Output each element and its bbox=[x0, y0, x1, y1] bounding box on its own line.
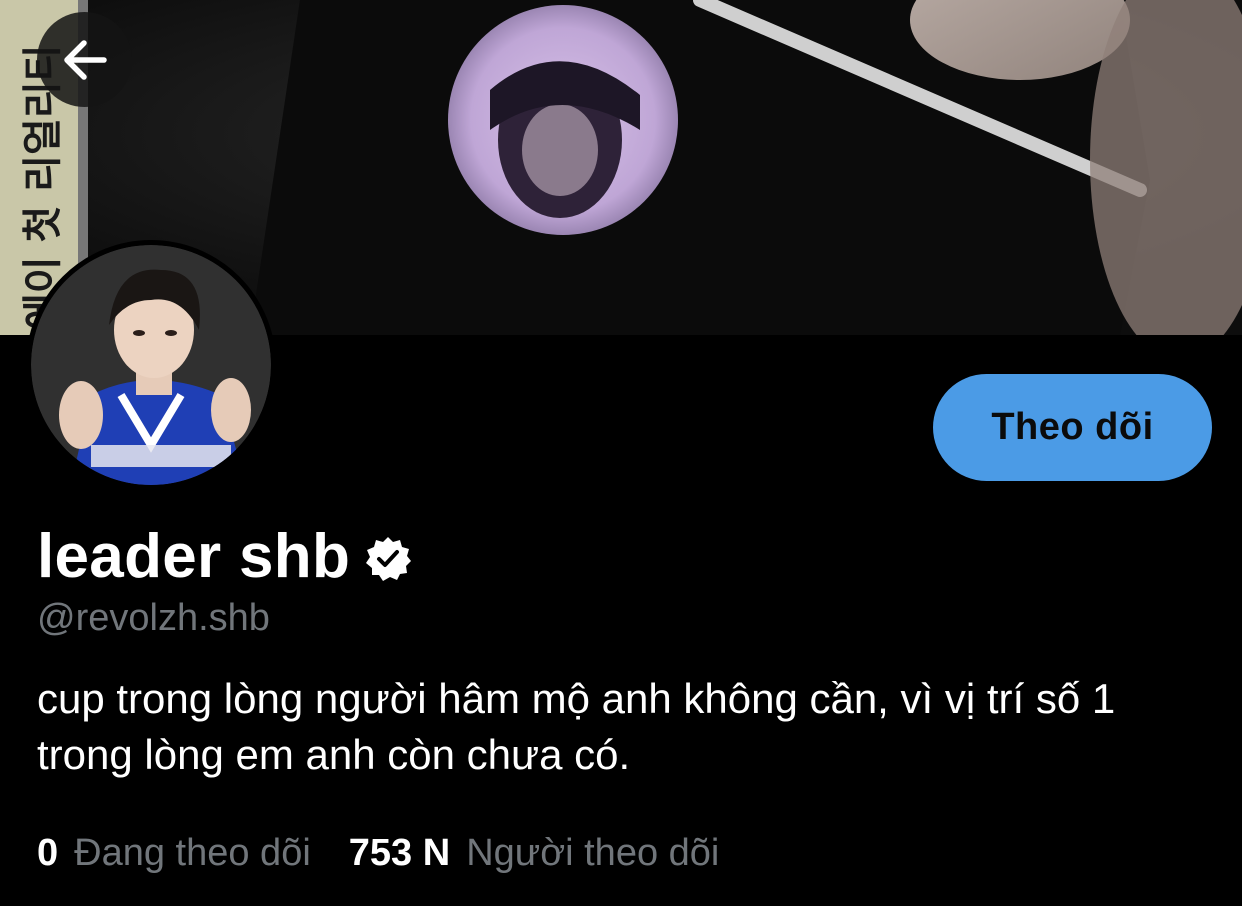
following-count: 0 bbox=[37, 832, 59, 874]
avatar-image bbox=[31, 245, 271, 485]
display-name: leader shb bbox=[37, 521, 351, 591]
avatar[interactable] bbox=[26, 240, 276, 490]
following-label: Đang theo dõi bbox=[74, 832, 311, 874]
verified-badge-icon bbox=[366, 537, 412, 581]
profile-stats: 0 Đang theo dõi 753 N Người theo dõi bbox=[37, 832, 719, 875]
followers-stat[interactable]: 753 N Người theo dõi bbox=[349, 832, 720, 875]
user-handle: @revolzh.shb bbox=[37, 597, 270, 639]
followers-count: 753 N bbox=[348, 832, 451, 874]
arrow-left-icon bbox=[63, 39, 107, 80]
following-stat[interactable]: 0 Đang theo dõi bbox=[37, 832, 311, 875]
followers-label: Người theo dõi bbox=[466, 832, 720, 874]
follow-button[interactable]: Theo dõi bbox=[933, 374, 1212, 481]
name-row: leader shb bbox=[37, 518, 412, 594]
profile-bio: cup trong lòng người hâm mộ anh không cầ… bbox=[37, 675, 1116, 778]
back-button[interactable] bbox=[37, 12, 132, 107]
